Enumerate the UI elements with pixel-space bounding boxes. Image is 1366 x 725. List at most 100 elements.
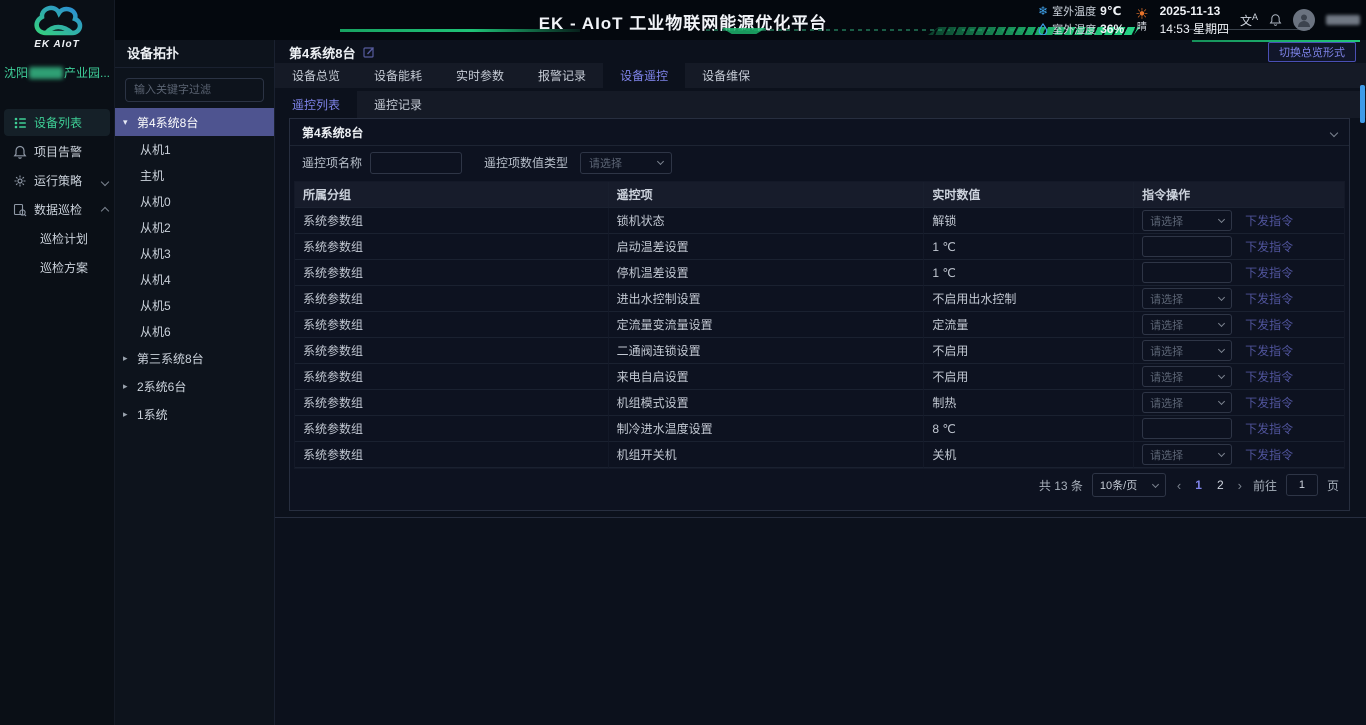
send-command-link[interactable]: 下发指令 bbox=[1245, 420, 1293, 437]
next-page-button[interactable]: › bbox=[1236, 478, 1244, 493]
tree-node-label: 从机4 bbox=[140, 271, 171, 288]
item-cell: 来电自启设置 bbox=[609, 364, 925, 390]
send-command-link[interactable]: 下发指令 bbox=[1245, 342, 1293, 359]
edit-icon[interactable] bbox=[363, 46, 375, 58]
caret-icon: ▸ bbox=[123, 353, 132, 364]
sidebar-item-巡检方案[interactable]: 巡检方案 bbox=[0, 254, 114, 281]
sidebar-item-label: 数据巡检 bbox=[34, 201, 82, 218]
select-placeholder: 请选择 bbox=[1150, 395, 1183, 411]
tree-node-从机4[interactable]: 从机4 bbox=[115, 266, 274, 292]
tab-设备总览[interactable]: 设备总览 bbox=[275, 63, 357, 88]
send-command-link[interactable]: 下发指令 bbox=[1245, 212, 1293, 229]
command-select[interactable]: 请选择 bbox=[1142, 288, 1232, 309]
value-cell: 制热 bbox=[924, 390, 1134, 416]
tree-node-label: 从机1 bbox=[140, 141, 171, 158]
command-select[interactable]: 请选择 bbox=[1142, 340, 1232, 361]
pagination-total: 共 13 条 bbox=[1039, 477, 1083, 494]
remote-control-panel: 第4系统8台 遥控项名称 遥控项数值类型 请选择 所属分组遥控项实时数值指令操作… bbox=[289, 118, 1350, 511]
sidebar-item-项目告警[interactable]: 项目告警 bbox=[0, 138, 114, 165]
send-command-link[interactable]: 下发指令 bbox=[1245, 238, 1293, 255]
language-icon[interactable]: 文A bbox=[1240, 12, 1258, 29]
chevron-down-icon bbox=[1218, 346, 1225, 353]
send-command-link[interactable]: 下发指令 bbox=[1245, 394, 1293, 411]
value-cell: 8 ℃ bbox=[924, 416, 1134, 442]
sidebar-item-设备列表[interactable]: 设备列表 bbox=[4, 109, 110, 136]
group-cell: 系统参数组 bbox=[295, 390, 609, 416]
table-row: 系统参数组定流量变流量设置定流量请选择下发指令 bbox=[295, 312, 1344, 338]
page-2[interactable]: 2 bbox=[1214, 478, 1227, 492]
tree-node-从机2[interactable]: 从机2 bbox=[115, 214, 274, 240]
sidebar-item-数据巡检[interactable]: 数据巡检 bbox=[0, 196, 114, 223]
tree-node-label: 2系统6台 bbox=[137, 378, 186, 395]
page-1[interactable]: 1 bbox=[1192, 478, 1205, 492]
command-input[interactable] bbox=[1142, 236, 1232, 257]
tree-node-从机3[interactable]: 从机3 bbox=[115, 240, 274, 266]
prev-page-button[interactable]: ‹ bbox=[1175, 478, 1183, 493]
group-cell: 系统参数组 bbox=[295, 364, 609, 390]
tree-node-第三系统8台[interactable]: ▸ 第三系统8台 bbox=[115, 344, 274, 372]
topology-search-input[interactable] bbox=[125, 78, 264, 102]
command-select[interactable]: 请选择 bbox=[1142, 314, 1232, 335]
group-cell: 系统参数组 bbox=[295, 260, 609, 286]
panel-header[interactable]: 第4系统8台 bbox=[290, 119, 1349, 146]
tree-node-从机1[interactable]: 从机1 bbox=[115, 136, 274, 162]
tree-node-1系统[interactable]: ▸1系统 bbox=[115, 400, 274, 428]
tab-实时参数[interactable]: 实时参数 bbox=[439, 63, 521, 88]
tree-node-label: 从机6 bbox=[140, 323, 171, 340]
command-select[interactable]: 请选择 bbox=[1142, 444, 1232, 465]
device-list-icon bbox=[13, 116, 27, 130]
subtab-遥控记录[interactable]: 遥控记录 bbox=[357, 91, 439, 118]
outdoor-humidity-value: 36% bbox=[1100, 22, 1124, 36]
tree-node-主机[interactable]: 主机 bbox=[115, 162, 274, 188]
tree-node-从机0[interactable]: 从机0 bbox=[115, 188, 274, 214]
filter-name-input[interactable] bbox=[370, 152, 462, 174]
send-command-link[interactable]: 下发指令 bbox=[1245, 368, 1293, 385]
tree-node-label: 第三系统8台 bbox=[137, 350, 204, 367]
command-select[interactable]: 请选择 bbox=[1142, 392, 1232, 413]
tab-设备能耗[interactable]: 设备能耗 bbox=[357, 63, 439, 88]
item-cell: 机组模式设置 bbox=[609, 390, 925, 416]
tree-node-2系统6台[interactable]: ▸ 2系统6台 bbox=[115, 372, 274, 400]
item-cell: 锁机状态 bbox=[609, 208, 925, 234]
command-select[interactable]: 请选择 bbox=[1142, 210, 1232, 231]
project-name[interactable]: 沈阳 产业园... bbox=[0, 56, 114, 91]
send-command-link[interactable]: 下发指令 bbox=[1245, 290, 1293, 307]
send-command-link[interactable]: 下发指令 bbox=[1245, 316, 1293, 333]
command-cell: 下发指令 bbox=[1134, 260, 1344, 286]
tree-node-从机6[interactable]: 从机6 bbox=[115, 318, 274, 344]
value-cell: 1 ℃ bbox=[924, 260, 1134, 286]
command-input[interactable] bbox=[1142, 418, 1232, 439]
tree-node-从机5[interactable]: 从机5 bbox=[115, 292, 274, 318]
tab-报警记录[interactable]: 报警记录 bbox=[521, 63, 603, 88]
table-row: 系统参数组机组模式设置制热请选择 下发指令 bbox=[295, 390, 1344, 416]
item-cell: 启动温差设置 bbox=[609, 234, 925, 260]
tab-设备遥控[interactable]: 设备遥控 bbox=[603, 63, 685, 88]
bell-icon[interactable] bbox=[1269, 13, 1282, 27]
caret-icon: ▸ bbox=[123, 381, 132, 392]
goto-label: 前往 bbox=[1253, 477, 1277, 494]
send-command-link[interactable]: 下发指令 bbox=[1245, 264, 1293, 281]
chevron-down-icon bbox=[1218, 398, 1225, 405]
avatar[interactable] bbox=[1293, 9, 1315, 31]
tab-设备维保[interactable]: 设备维保 bbox=[685, 63, 767, 88]
command-cell: 下发指令 bbox=[1134, 416, 1344, 442]
value-cell: 不启用出水控制 bbox=[924, 286, 1134, 312]
sidebar-item-运行策略[interactable]: 运行策略 bbox=[0, 167, 114, 194]
page-size-select[interactable]: 10条/页 bbox=[1092, 473, 1166, 497]
sidebar-item-巡检计划[interactable]: 巡检计划 bbox=[0, 225, 114, 252]
remote-control-table: 所属分组遥控项实时数值指令操作系统参数组锁机状态解锁请选择下发指令系统参数组启动… bbox=[294, 181, 1345, 469]
table-row: 系统参数组二通阀连锁设置不启用请选择下发指令 bbox=[295, 338, 1344, 364]
filter-type-select[interactable]: 请选择 bbox=[580, 152, 672, 174]
switch-overview-button[interactable]: 切换总览形式 bbox=[1268, 42, 1356, 62]
outdoor-humidity-label: 室外湿度 bbox=[1052, 21, 1096, 37]
goto-page-input[interactable] bbox=[1286, 474, 1318, 496]
outdoor-temp-label: 室外温度 bbox=[1052, 3, 1096, 19]
tree-node-第4系统8台[interactable]: ▾第4系统8台 bbox=[115, 108, 274, 136]
subtab-遥控列表[interactable]: 遥控列表 bbox=[275, 91, 357, 118]
command-input[interactable] bbox=[1142, 262, 1232, 283]
panel-collapse-icon[interactable] bbox=[1331, 123, 1337, 141]
scrollbar-thumb[interactable] bbox=[1360, 85, 1365, 123]
send-command-link[interactable]: 下发指令 bbox=[1245, 446, 1293, 463]
command-select[interactable]: 请选择 bbox=[1142, 366, 1232, 387]
alarm-icon bbox=[13, 145, 27, 159]
